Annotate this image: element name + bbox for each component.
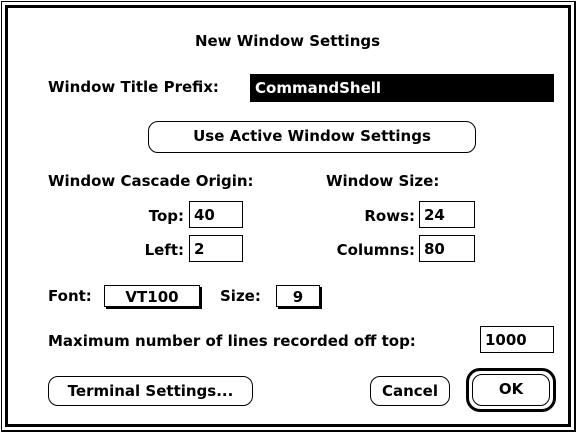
font-label: Font: — [48, 287, 92, 305]
top-label: Top: — [148, 207, 184, 225]
max-lines-field[interactable]: 1000 — [480, 326, 554, 353]
title-prefix-label: Window Title Prefix: — [48, 78, 219, 96]
window-size-heading: Window Size: — [326, 172, 440, 190]
columns-field[interactable]: 80 — [419, 235, 475, 262]
cascade-origin-heading: Window Cascade Origin: — [48, 172, 254, 190]
left-field[interactable]: 2 — [189, 235, 243, 262]
ok-button[interactable]: OK — [472, 374, 550, 406]
max-lines-label: Maximum number of lines recorded off top… — [48, 332, 416, 350]
cancel-button[interactable]: Cancel — [370, 376, 450, 406]
font-popup[interactable]: VT100 — [104, 285, 200, 307]
left-label: Left: — [144, 241, 184, 259]
columns-label: Columns: — [336, 241, 415, 259]
top-field[interactable]: 40 — [189, 201, 243, 228]
terminal-settings-button[interactable]: Terminal Settings... — [48, 376, 253, 406]
rows-label: Rows: — [364, 207, 415, 225]
title-prefix-field[interactable]: CommandShell — [250, 74, 554, 102]
dialog-title: New Window Settings — [194, 32, 381, 50]
rows-field[interactable]: 24 — [419, 201, 475, 228]
size-label: Size: — [220, 287, 261, 305]
use-active-window-settings-button[interactable]: Use Active Window Settings — [148, 121, 476, 153]
size-popup[interactable]: 9 — [276, 285, 320, 307]
